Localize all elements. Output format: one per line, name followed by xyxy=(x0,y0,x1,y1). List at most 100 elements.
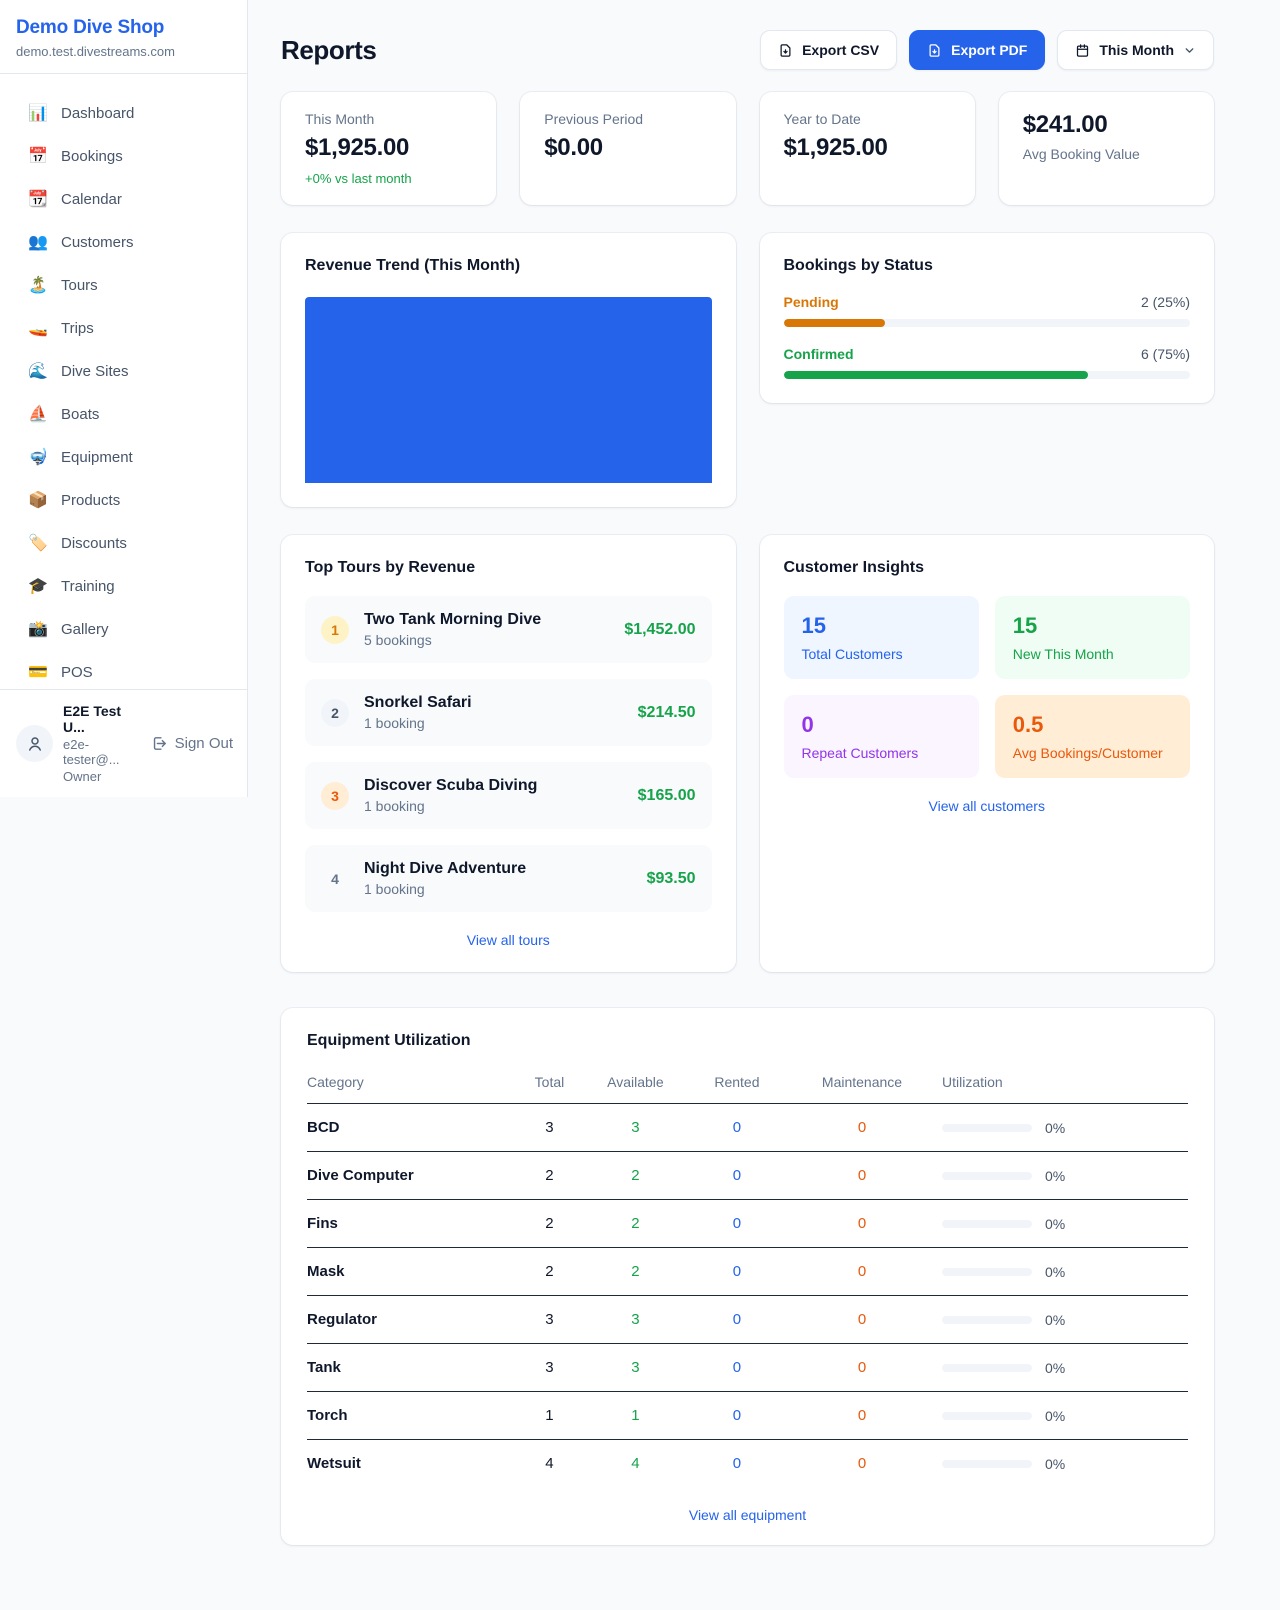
sidebar-item-pos[interactable]: 💳POS xyxy=(16,653,231,689)
tour-name: Snorkel Safari xyxy=(364,694,638,712)
export-csv-label: Export CSV xyxy=(802,42,879,58)
insight-value: 0 xyxy=(802,712,961,738)
person-icon xyxy=(26,735,44,753)
sidebar-item-label: Trips xyxy=(61,320,94,337)
file-download-icon xyxy=(927,43,942,58)
sidebar-item-label: Training xyxy=(61,578,115,595)
stat-card: Previous Period$0.00 xyxy=(520,92,735,205)
shop-name: Demo Dive Shop xyxy=(16,17,223,39)
sidebar-item-products[interactable]: 📦Products xyxy=(16,481,231,519)
tour-name: Night Dive Adventure xyxy=(364,860,647,878)
status-value: 2 (25%) xyxy=(1141,294,1190,310)
column-header-maintenance: Maintenance xyxy=(782,1064,942,1104)
export-csv-button[interactable]: Export CSV xyxy=(760,30,897,70)
view-all-customers-link[interactable]: View all customers xyxy=(784,798,1191,814)
sidebar-item-dashboard[interactable]: 📊Dashboard xyxy=(16,94,231,132)
utilization-percent: 0% xyxy=(1045,1312,1065,1328)
column-header-utilization: Utilization xyxy=(942,1064,1188,1104)
utilization-bar xyxy=(942,1364,1032,1372)
tour-name: Two Tank Morning Dive xyxy=(364,611,624,629)
sidebar-item-dive-sites[interactable]: 🌊Dive Sites xyxy=(16,352,231,390)
view-all-equipment-link[interactable]: View all equipment xyxy=(307,1507,1188,1523)
cell-utilization: 0% xyxy=(942,1200,1188,1248)
sidebar-item-label: Equipment xyxy=(61,449,133,466)
equipment-utilization-title: Equipment Utilization xyxy=(307,1032,1188,1050)
shop-domain: demo.test.divestreams.com xyxy=(16,44,223,59)
customer-insights-card: Customer Insights 15 Total Customers 15 New… xyxy=(760,535,1215,972)
cell-maintenance: 0 xyxy=(782,1392,942,1440)
sidebar-item-label: Boats xyxy=(61,406,99,423)
insight-label: Total Customers xyxy=(802,646,961,662)
sidebar-item-equipment[interactable]: 🤿Equipment xyxy=(16,438,231,476)
cell-utilization: 0% xyxy=(942,1392,1188,1440)
user-box: E2E Test U... e2e-tester@... Owner Sign … xyxy=(0,689,247,797)
cell-rented: 0 xyxy=(692,1440,782,1488)
stat-value: $1,925.00 xyxy=(305,134,472,162)
insight-value: 15 xyxy=(1013,613,1172,639)
utilization-percent: 0% xyxy=(1045,1264,1065,1280)
cell-available: 4 xyxy=(579,1440,692,1488)
customers-icon: 👥 xyxy=(28,232,48,252)
revenue-trend-chart xyxy=(305,297,712,483)
customer-insights-title: Customer Insights xyxy=(784,559,1191,577)
insight-tile: 15 Total Customers xyxy=(784,596,979,679)
cell-category: Dive Computer xyxy=(307,1152,520,1200)
cell-total: 1 xyxy=(520,1392,579,1440)
period-dropdown[interactable]: This Month xyxy=(1057,30,1214,70)
sidebar-item-discounts[interactable]: 🏷️Discounts xyxy=(16,524,231,562)
table-row: Tank33000% xyxy=(307,1344,1188,1392)
header-actions: Export CSV Export PDF This Month xyxy=(760,30,1214,70)
tour-rank-badge: 1 xyxy=(321,616,349,644)
cell-maintenance: 0 xyxy=(782,1296,942,1344)
utilization-percent: 0% xyxy=(1045,1168,1065,1184)
sidebar-item-boats[interactable]: ⛵Boats xyxy=(16,395,231,433)
cell-category: Regulator xyxy=(307,1296,520,1344)
stat-label: Year to Date xyxy=(784,111,951,127)
sidebar-item-training[interactable]: 🎓Training xyxy=(16,567,231,605)
utilization-percent: 0% xyxy=(1045,1456,1065,1472)
status-rows: Pending2 (25%)Confirmed6 (75%) xyxy=(784,294,1191,379)
status-bar-track xyxy=(784,371,1191,379)
status-bar-track xyxy=(784,319,1191,327)
sidebar-item-gallery[interactable]: 📸Gallery xyxy=(16,610,231,648)
tour-list-item: 4Night Dive Adventure1 booking$93.50 xyxy=(305,845,712,912)
view-all-tours-link[interactable]: View all tours xyxy=(305,932,712,948)
tour-name: Discover Scuba Diving xyxy=(364,777,638,795)
calendar-icon: 📆 xyxy=(28,189,48,209)
tour-rank-badge: 2 xyxy=(321,699,349,727)
stat-label: This Month xyxy=(305,111,472,127)
sidebar-item-label: Products xyxy=(61,492,120,509)
cell-category: Wetsuit xyxy=(307,1440,520,1488)
equipment-table: CategoryTotalAvailableRentedMaintenanceU… xyxy=(307,1064,1188,1487)
sidebar-item-trips[interactable]: 🚤Trips xyxy=(16,309,231,347)
sidebar-item-bookings[interactable]: 📅Bookings xyxy=(16,137,231,175)
insights-row: Top Tours by Revenue 1Two Tank Morning D… xyxy=(281,535,1214,972)
insight-value: 15 xyxy=(802,613,961,639)
export-pdf-button[interactable]: Export PDF xyxy=(909,30,1045,70)
tour-rank-badge: 3 xyxy=(321,782,349,810)
utilization-percent: 0% xyxy=(1045,1216,1065,1232)
chevron-down-icon xyxy=(1183,44,1196,57)
cell-total: 3 xyxy=(520,1104,579,1152)
insight-label: Avg Bookings/Customer xyxy=(1013,745,1172,761)
tour-revenue: $214.50 xyxy=(638,704,696,722)
table-row: Dive Computer22000% xyxy=(307,1152,1188,1200)
sign-out-button[interactable]: Sign Out xyxy=(151,735,233,752)
main-content: Reports Export CSV Export PDF This Month… xyxy=(248,0,1280,1605)
cell-rented: 0 xyxy=(692,1104,782,1152)
revenue-trend-title: Revenue Trend (This Month) xyxy=(305,257,712,275)
insight-label: Repeat Customers xyxy=(802,745,961,761)
cell-utilization: 0% xyxy=(942,1152,1188,1200)
cell-available: 3 xyxy=(579,1344,692,1392)
stat-label: Avg Booking Value xyxy=(1023,146,1190,162)
stat-delta: +0% vs last month xyxy=(305,171,472,186)
cell-utilization: 0% xyxy=(942,1344,1188,1392)
sidebar-item-tours[interactable]: 🏝️Tours xyxy=(16,266,231,304)
sidebar-item-calendar[interactable]: 📆Calendar xyxy=(16,180,231,218)
bookings-by-status-card: Bookings by Status Pending2 (25%)Confirm… xyxy=(760,233,1215,403)
insight-label: New This Month xyxy=(1013,646,1172,662)
tour-bookings: 5 bookings xyxy=(364,632,624,648)
column-header-rented: Rented xyxy=(692,1064,782,1104)
sidebar-item-customers[interactable]: 👥Customers xyxy=(16,223,231,261)
status-value: 6 (75%) xyxy=(1141,346,1190,362)
